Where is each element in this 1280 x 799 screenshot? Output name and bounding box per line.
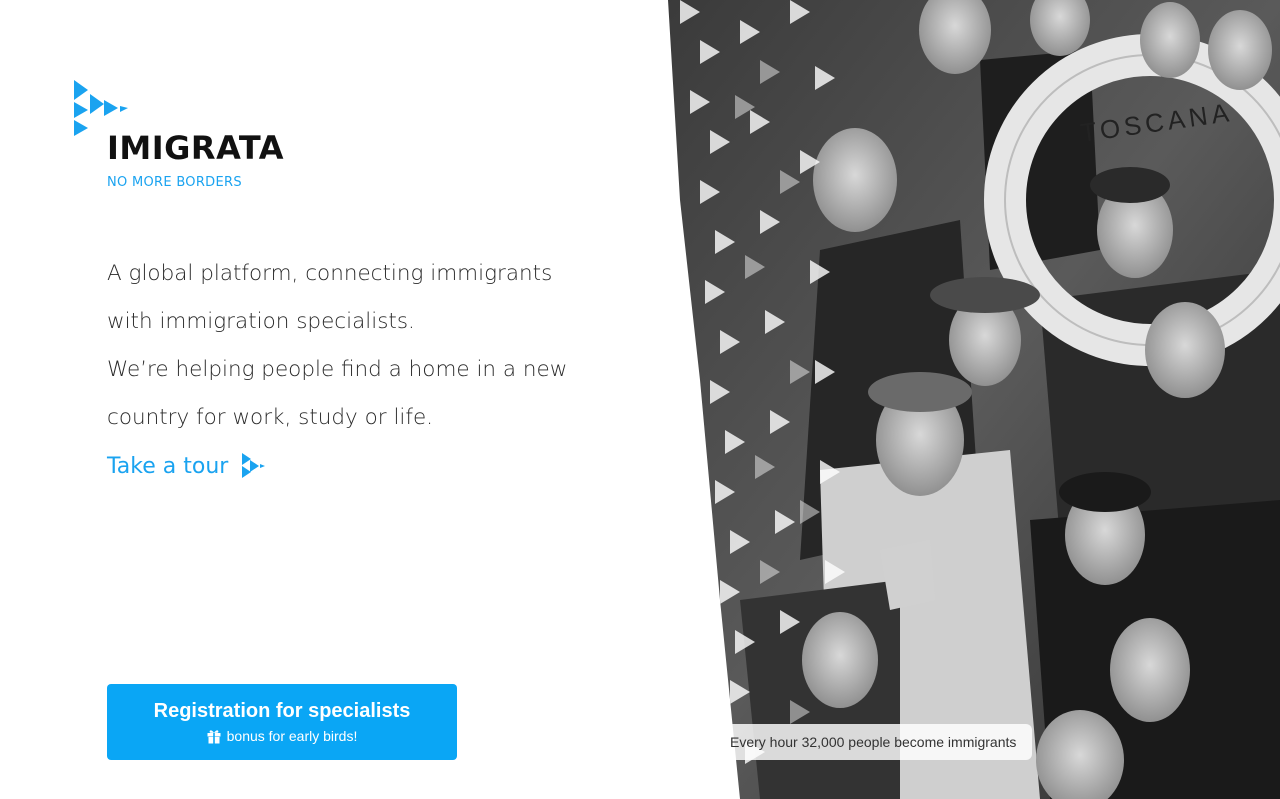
registration-for-specialists-button[interactable]: Registration for specialists bonus for e… bbox=[107, 684, 457, 760]
ring-text: TOSCANA bbox=[1079, 97, 1235, 148]
intro-text: A global platform, connecting immigrants… bbox=[107, 250, 577, 442]
take-a-tour-label: Take a tour bbox=[107, 453, 229, 479]
intro-line-1: A global platform, connecting immigrants… bbox=[107, 261, 553, 334]
imigrata-arrow-icon bbox=[242, 453, 266, 478]
take-a-tour-link[interactable]: Take a tour bbox=[107, 442, 266, 490]
registration-bonus-text: bonus for early birds! bbox=[226, 728, 358, 744]
intro-line-2: We’re helping people find a home in a ne… bbox=[107, 357, 568, 430]
gift-icon bbox=[207, 729, 221, 743]
immigration-stat-badge: Every hour 32,000 people become immigran… bbox=[718, 724, 1033, 760]
imigrata-logo[interactable]: IMIGRATA NO MORE BORDERS bbox=[74, 80, 314, 200]
landing-page: TOSCANA Every hour 32,000 people become … bbox=[0, 0, 1280, 799]
triangle-pattern bbox=[680, 0, 845, 764]
brand-name: IMIGRATA bbox=[107, 129, 284, 167]
registration-button-title: Registration for specialists bbox=[153, 700, 411, 722]
brand-tagline: NO MORE BORDERS bbox=[107, 175, 242, 190]
registration-button-subtitle: bonus for early birds! bbox=[207, 728, 358, 744]
life-ring: TOSCANA bbox=[984, 34, 1280, 366]
